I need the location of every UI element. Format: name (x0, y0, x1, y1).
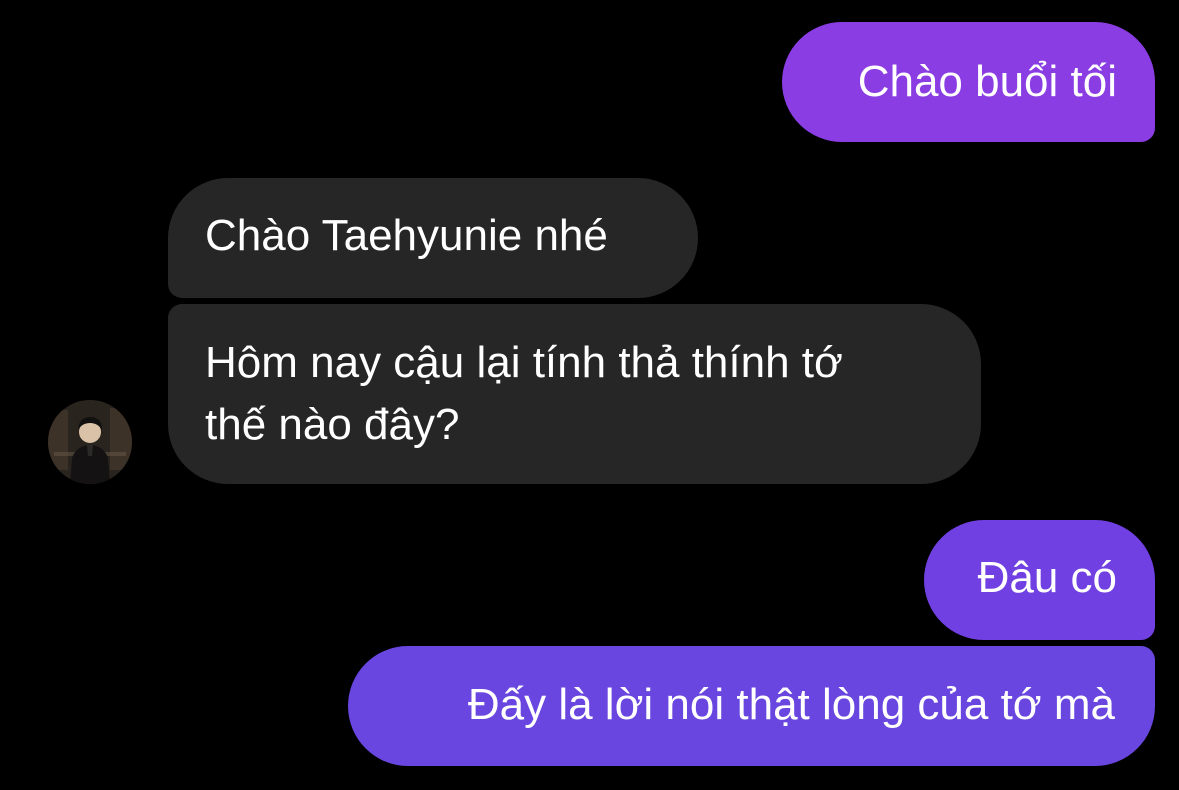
message-bubble-outgoing[interactable]: Đấy là lời nói thật lòng của tớ mà (348, 646, 1155, 766)
message-text: Đâu có (977, 553, 1117, 602)
message-text-line-2: thế nào đây? (205, 400, 460, 449)
message-text: Chào Taehyunie nhé (205, 211, 608, 260)
contact-avatar[interactable] (48, 400, 132, 484)
message-bubble-incoming[interactable]: Hôm nay cậu lại tính thả thính tớ thế nà… (168, 304, 981, 484)
message-text-line-1: Hôm nay cậu lại tính thả thính tớ (205, 338, 843, 387)
message-bubble-outgoing[interactable]: Đâu có (924, 520, 1155, 640)
message-text: Đấy là lời nói thật lòng của tớ mà (467, 680, 1115, 729)
contact-avatar-photo-icon (48, 400, 132, 484)
message-text: Chào buổi tối (857, 57, 1117, 106)
message-bubble-outgoing[interactable]: Chào buổi tối (782, 22, 1155, 142)
message-bubble-incoming[interactable]: Chào Taehyunie nhé (168, 178, 698, 298)
